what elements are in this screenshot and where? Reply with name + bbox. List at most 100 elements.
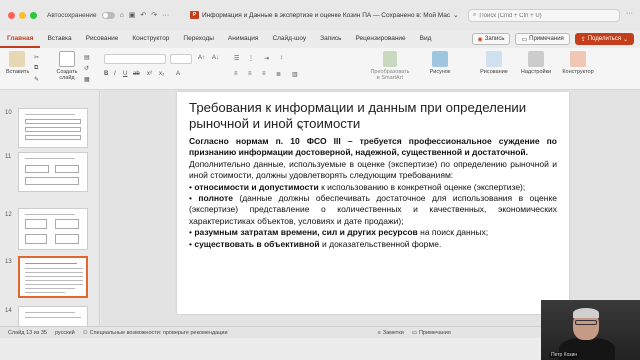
- italic-icon[interactable]: I: [114, 71, 116, 77]
- justify-icon[interactable]: ≣: [276, 71, 281, 78]
- save-icon[interactable]: ▣: [129, 11, 136, 19]
- tab-design[interactable]: Конструктор: [125, 30, 176, 48]
- chevron-down-icon: ⌄: [622, 36, 628, 43]
- quick-access-toolbar: Автосохранение ⌂ ▣ ↶ ↷ ···: [47, 11, 169, 19]
- notes-button[interactable]: Заметки: [383, 330, 404, 336]
- tab-draw[interactable]: Рисование: [79, 30, 126, 48]
- slide-thumbnail-12[interactable]: [18, 208, 88, 250]
- home-icon[interactable]: ⌂: [120, 12, 124, 19]
- new-slide-label: Создать слайд: [56, 69, 78, 81]
- paste-label: Вставить: [6, 69, 30, 75]
- language-indicator[interactable]: русский: [55, 330, 75, 336]
- tab-view[interactable]: Вид: [413, 30, 439, 48]
- slide-thumbnail-14[interactable]: [18, 306, 88, 326]
- minimize-window-button[interactable]: [19, 11, 26, 19]
- share-icon: ⇪: [580, 36, 586, 43]
- bold-icon[interactable]: B: [104, 71, 108, 77]
- more-icon[interactable]: ···: [162, 12, 169, 19]
- drawing-button[interactable]: Рисование: [480, 51, 508, 75]
- slide-thumbnail-13-selected[interactable]: [18, 256, 88, 298]
- subscript-icon[interactable]: x₂: [159, 71, 164, 77]
- tab-insert[interactable]: Вставка: [40, 30, 78, 48]
- tab-review[interactable]: Рецензирование: [348, 30, 412, 48]
- tab-actions: ◉ Запись ▭ Примечания ⇪ Поделиться ⌄: [471, 33, 634, 45]
- accessibility-icon[interactable]: ⚇: [83, 330, 88, 336]
- bullet-completeness-bold: полноте: [198, 193, 233, 204]
- picture-button[interactable]: Рисунок: [428, 51, 452, 75]
- layout-icon[interactable]: ▤: [84, 54, 90, 61]
- addins-label: Надстройки: [520, 69, 552, 75]
- underline-icon[interactable]: U: [123, 71, 127, 77]
- new-slide-button[interactable]: Создать слайд: [54, 51, 80, 81]
- presenter-name: Петр Козин: [549, 352, 580, 358]
- document-title[interactable]: P Информация и Данные в экспертизе и оце…: [190, 11, 459, 19]
- addins-button[interactable]: Надстройки: [519, 51, 553, 75]
- superscript-icon[interactable]: x²: [147, 71, 152, 77]
- bullet-costs: • разумным затратам времени, сил и други…: [189, 227, 489, 238]
- record-label: Запись: [484, 36, 505, 42]
- notes-icon[interactable]: ≡: [378, 330, 381, 336]
- share-label: Поделиться: [587, 36, 621, 42]
- comments-button[interactable]: ▭ Примечания: [515, 33, 570, 45]
- slide-thumbnail-11[interactable]: [18, 152, 88, 192]
- share-button[interactable]: ⇪ Поделиться ⌄: [574, 33, 634, 45]
- thumb-number: 14: [5, 308, 12, 314]
- more-options-icon[interactable]: ···: [626, 10, 633, 17]
- current-slide[interactable]: Требования к информации и данным при опр…: [177, 92, 569, 314]
- slide-thumbnails-panel: 10 11 12 13 14: [0, 90, 100, 326]
- comments-icon[interactable]: ▭: [412, 330, 417, 336]
- bullet-completeness: • полноте (данные должны обеспечивать до…: [189, 193, 557, 226]
- bullets-icon[interactable]: ☰: [234, 55, 239, 62]
- smartart-icon: [383, 51, 397, 67]
- designer-label: Конструктор: [562, 69, 594, 75]
- smartart-button[interactable]: Преобразовать в SmartArt: [365, 51, 415, 81]
- align-left-icon[interactable]: ≡: [234, 71, 238, 77]
- font-family-select[interactable]: [104, 54, 166, 64]
- addins-icon: [528, 51, 544, 67]
- reset-icon[interactable]: ↺: [84, 65, 89, 72]
- search-input[interactable]: [479, 12, 600, 19]
- copy-icon[interactable]: ⧉: [34, 65, 38, 72]
- slide-title[interactable]: Требования к информации и данным при опр…: [189, 100, 557, 132]
- drawing-label: Рисование: [480, 69, 508, 75]
- search-box[interactable]: ⌕: [468, 9, 620, 22]
- columns-icon[interactable]: ▥: [292, 71, 298, 78]
- tab-home[interactable]: Главная: [0, 30, 41, 48]
- comments-label: Примечания: [529, 36, 564, 42]
- tab-record[interactable]: Запись: [313, 30, 348, 48]
- font-size-select[interactable]: [170, 54, 192, 64]
- shapes-icon: [486, 51, 502, 67]
- decrease-font-icon[interactable]: A↓: [212, 55, 219, 61]
- record-button[interactable]: ◉ Запись: [471, 33, 511, 45]
- font-color-icon[interactable]: A: [176, 71, 180, 77]
- paste-button[interactable]: Вставить: [6, 51, 30, 75]
- tab-transitions[interactable]: Переходы: [176, 30, 221, 48]
- zoom-window-button[interactable]: [30, 11, 37, 19]
- align-center-icon[interactable]: ≡: [248, 71, 252, 77]
- slide-body[interactable]: Согласно нормам п. 10 ФСО III – требуетс…: [189, 136, 557, 250]
- redo-icon[interactable]: ↷: [151, 11, 157, 19]
- tab-slideshow[interactable]: Слайд-шоу: [265, 30, 313, 48]
- thumb-number: 13: [5, 259, 12, 265]
- comment-icon: ▭: [521, 36, 528, 43]
- tab-animations[interactable]: Анимация: [221, 30, 266, 48]
- bullet-objective-bold: существовать в объективной: [194, 238, 320, 249]
- increase-font-icon[interactable]: A↑: [198, 55, 205, 61]
- format-painter-icon[interactable]: ✎: [34, 76, 39, 83]
- autosave-toggle[interactable]: [101, 11, 115, 19]
- comments-status-button[interactable]: Примечания: [419, 330, 451, 336]
- align-right-icon[interactable]: ≡: [262, 71, 266, 77]
- strikethrough-icon[interactable]: ab: [133, 71, 140, 77]
- undo-icon[interactable]: ↶: [140, 11, 146, 19]
- slide-counter: Слайд 13 из 35: [8, 329, 47, 336]
- bullet-relevance: • относимости и допустимости к использов…: [189, 181, 526, 192]
- slide-thumbnail-10[interactable]: [18, 108, 88, 148]
- cut-icon[interactable]: ✂: [34, 54, 39, 61]
- close-window-button[interactable]: [8, 11, 15, 19]
- designer-button[interactable]: Конструктор: [560, 51, 596, 75]
- section-icon[interactable]: ▦: [84, 76, 90, 83]
- line-spacing-icon[interactable]: ↕: [280, 55, 283, 61]
- indent-icon[interactable]: ⇥: [264, 55, 269, 62]
- numbering-icon[interactable]: ⋮: [248, 55, 254, 62]
- accessibility-status[interactable]: Специальные возможности: проверьте реком…: [90, 330, 228, 336]
